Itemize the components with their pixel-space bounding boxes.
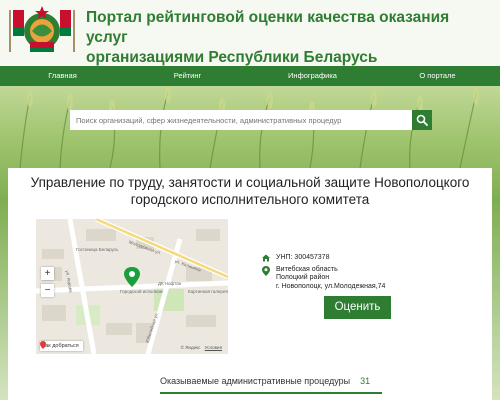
organization-card: Управление по труду, занятости и социаль… xyxy=(8,168,492,400)
site-title-line1: Портал рейтинговой оценки качества оказа… xyxy=(86,9,450,46)
unp-row: УНП: 300457378 xyxy=(262,254,385,263)
tab-procedures-label: Оказываемые административные процедуры xyxy=(160,376,351,386)
nav-item-infographics[interactable]: Инфографика xyxy=(250,66,375,86)
map-attribution[interactable]: © Яндекс xyxy=(181,345,201,350)
map-place-label: Гостиница Беларусь xyxy=(76,247,119,252)
search-button[interactable] xyxy=(412,110,432,130)
site-title-line2: организациями Республики Беларусь xyxy=(86,49,378,66)
map-route-button[interactable]: Как добраться xyxy=(40,341,83,351)
route-pin-icon xyxy=(40,341,46,349)
organization-unp: УНП: 300457378 xyxy=(276,254,330,261)
organization-address: Витебская область Полоцкий район г. Ново… xyxy=(276,266,385,292)
address-district: Полоцкий район xyxy=(276,274,330,281)
site-header: Портал рейтинговой оценки качества оказа… xyxy=(0,0,500,66)
map-route-label: Как добраться xyxy=(42,343,79,349)
main-navigation: Главная Рейтинг Инфографика О портале xyxy=(0,66,500,86)
organization-info: УНП: 300457378 Витебская область Полоцки… xyxy=(262,254,385,294)
tab-administrative-procedures[interactable]: Оказываемые административные процедуры 31 xyxy=(160,376,370,386)
map-place-label: ДК Нафтан xyxy=(158,281,182,286)
tab-procedures-count: 31 xyxy=(360,376,371,386)
nav-item-about[interactable]: О портале xyxy=(375,66,500,86)
address-region: Витебская область xyxy=(276,265,338,273)
map-terms-link[interactable]: Условия xyxy=(205,345,222,350)
organization-name: Управление по труду, занятости и социаль… xyxy=(28,174,472,208)
nav-item-home[interactable]: Главная xyxy=(0,66,125,86)
search-input[interactable] xyxy=(70,110,412,130)
map-zoom-out-button[interactable]: − xyxy=(41,284,54,297)
map-zoom-in-button[interactable]: + xyxy=(41,267,54,280)
active-tab-indicator xyxy=(160,392,382,394)
search-bar xyxy=(70,110,432,130)
location-marker-icon xyxy=(262,265,270,276)
belarus-emblem-logo[interactable] xyxy=(8,4,76,56)
map-place-label: Картинная галерея xyxy=(188,289,228,294)
nav-item-rating[interactable]: Рейтинг xyxy=(125,66,250,86)
address-street: г. Новополоцк, ул.Молодежная,74 xyxy=(276,282,386,290)
map-footer: © Яндекс Условия xyxy=(181,345,222,350)
map-place-label: Городской исполком xyxy=(120,289,163,294)
search-icon xyxy=(416,114,428,126)
rate-button[interactable]: Оценить xyxy=(324,296,391,319)
site-title: Портал рейтинговой оценки качества оказа… xyxy=(86,8,486,68)
organization-name-line1: Управление по труду, занятости и социаль… xyxy=(30,175,470,190)
address-row: Витебская область Полоцкий район г. Ново… xyxy=(262,265,385,292)
home-icon xyxy=(262,254,270,262)
location-map[interactable]: Молодёжная ул. ул. Калинина Юбилейная ул… xyxy=(36,219,228,354)
organization-name-line2: городского исполнительного комитета xyxy=(130,192,370,207)
